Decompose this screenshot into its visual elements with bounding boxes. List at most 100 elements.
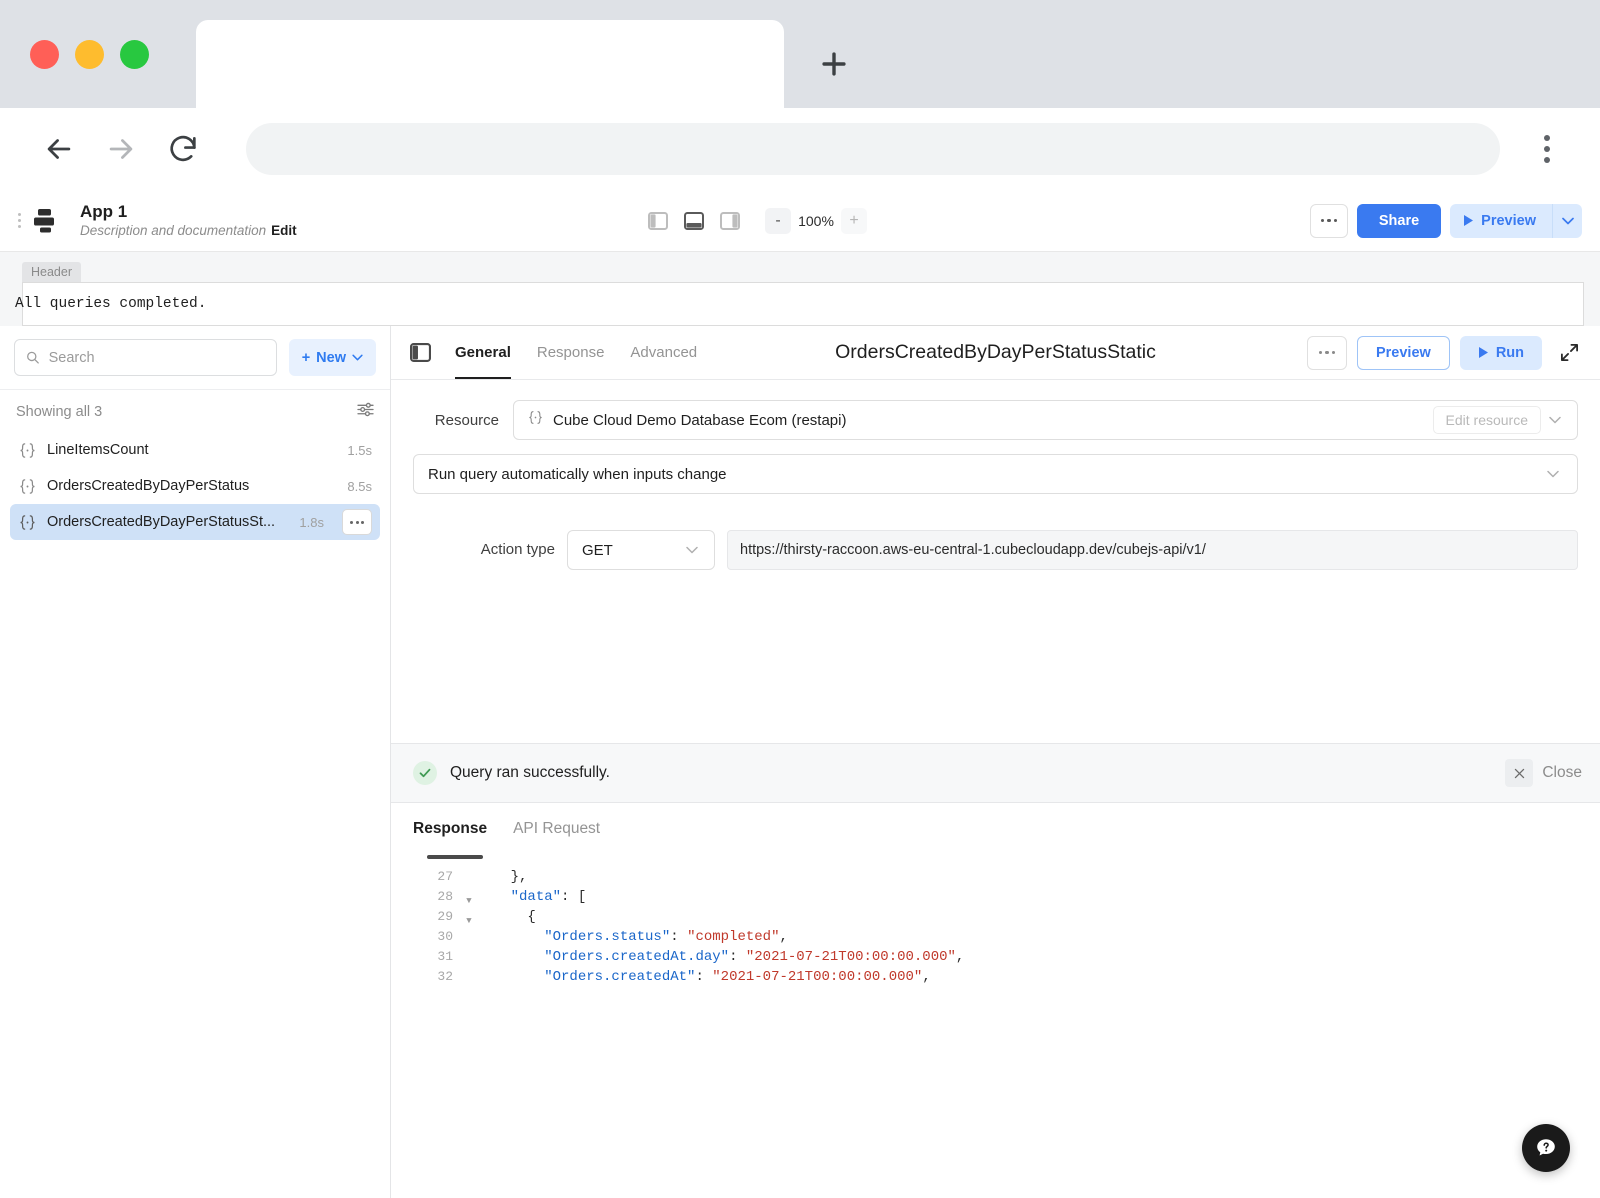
browser-menu-button[interactable] — [1522, 121, 1572, 177]
resource-row: Resource Cube Cloud Demo Database Ecom (… — [413, 400, 1578, 440]
browser-tabstrip — [0, 0, 1600, 108]
filter-settings-icon[interactable] — [357, 402, 374, 422]
editor-actions: Preview Run — [1306, 335, 1582, 370]
browser-tab[interactable] — [196, 20, 784, 108]
app-title: App 1 — [80, 202, 128, 222]
query-list: LineItemsCount 1.5s OrdersCreatedByDayPe… — [0, 432, 390, 540]
tab-api-request[interactable]: API Request — [513, 803, 600, 855]
app-more-button[interactable] — [1309, 203, 1348, 238]
action-type-row: Action type GET https://thirsty-raccoon.… — [413, 530, 1578, 570]
http-method-select[interactable]: GET — [567, 530, 715, 570]
maximize-window-button[interactable] — [120, 39, 149, 69]
query-list-item-selected[interactable]: OrdersCreatedByDayPerStatusSt... 1.8s — [10, 504, 380, 540]
url-input[interactable]: https://thirsty-raccoon.aws-eu-central-1… — [727, 530, 1578, 570]
share-button[interactable]: Share — [1356, 203, 1442, 238]
minimize-window-button[interactable] — [75, 39, 104, 69]
app-logo-icon[interactable] — [28, 204, 62, 238]
showing-count-label: Showing all 3 — [16, 404, 103, 420]
query-form: Resource Cube Cloud Demo Database Ecom (… — [391, 380, 1600, 743]
plus-icon — [822, 52, 846, 76]
close-status-button[interactable]: Close — [1505, 759, 1582, 787]
tab-response[interactable]: Response — [537, 326, 605, 379]
check-circle-icon — [413, 761, 437, 785]
plus-icon: + — [301, 349, 311, 366]
edit-resource-button[interactable]: Edit resource — [1432, 406, 1541, 434]
resource-label: Resource — [434, 411, 499, 429]
play-icon — [1478, 347, 1488, 358]
code-text: { — [527, 909, 536, 925]
back-button[interactable] — [28, 118, 90, 180]
layout-toggle-group — [645, 208, 743, 234]
code-braces-icon — [20, 514, 35, 530]
search-box[interactable] — [14, 339, 277, 376]
code-braces-icon — [527, 410, 544, 430]
query-list-item[interactable]: OrdersCreatedByDayPerStatus 8.5s — [10, 468, 380, 504]
code-text: "data": [ — [510, 889, 587, 905]
search-input[interactable] — [48, 349, 265, 366]
app-description-row: Description and documentation Edit — [80, 223, 297, 240]
reload-button[interactable] — [152, 118, 214, 180]
query-name: OrdersCreatedByDayPerStatus — [47, 478, 250, 494]
run-mode-select[interactable]: Run query automatically when inputs chan… — [413, 454, 1578, 494]
help-chat-icon — [1537, 1139, 1555, 1156]
bottom-panel-toggle[interactable] — [681, 208, 707, 234]
response-code-viewer: 27 }, 28 ▼ "data": [29 ▼ {30 "Orders.status… — [391, 855, 1600, 1198]
new-tab-button[interactable] — [784, 20, 884, 108]
zoom-out-button[interactable]: - — [765, 207, 791, 234]
expand-editor-button[interactable] — [1556, 340, 1582, 366]
query-editor: General Response Advanced OrdersCreatedB… — [391, 326, 1600, 1198]
editor-panel-toggle[interactable] — [407, 340, 433, 366]
code-line: 29 ▼ { — [413, 907, 1600, 927]
method-dropdown-caret[interactable] — [678, 546, 706, 554]
url-value: https://thirsty-raccoon.aws-eu-central-1… — [740, 542, 1206, 558]
close-label: Close — [1542, 764, 1582, 781]
code-text: "Orders.createdAt.day": "2021-07-21T00:0… — [544, 949, 965, 965]
code-text: "Orders.createdAt": "2021-07-21T00:00:00… — [544, 969, 931, 985]
resource-value: Cube Cloud Demo Database Ecom (restapi) — [553, 411, 847, 429]
action-type-label: Action type — [480, 541, 555, 558]
tab-response-pane[interactable]: Response — [413, 803, 487, 855]
header-component[interactable]: All queries completed. — [15, 282, 1584, 326]
query-run-button[interactable]: Run — [1459, 335, 1542, 370]
left-panel-toggle[interactable] — [645, 208, 671, 234]
preview-button[interactable]: Preview — [1450, 203, 1552, 238]
forward-button[interactable] — [90, 118, 152, 180]
code-braces-icon — [20, 478, 35, 494]
zoom-in-button[interactable]: + — [841, 207, 867, 234]
query-list-item[interactable]: LineItemsCount 1.5s — [10, 432, 380, 468]
preview-split-button: Preview — [1450, 203, 1582, 238]
status-message: Query ran successfully. — [450, 764, 610, 781]
tab-advanced[interactable]: Advanced — [630, 326, 697, 379]
query-name: OrdersCreatedByDayPerStatusSt... — [47, 514, 276, 530]
query-preview-button[interactable]: Preview — [1356, 335, 1450, 370]
query-more-button[interactable] — [1306, 335, 1347, 370]
query-name: LineItemsCount — [47, 442, 149, 458]
query-editor-header: General Response Advanced OrdersCreatedB… — [391, 326, 1600, 380]
browser-chrome — [0, 0, 1600, 190]
play-icon — [1464, 215, 1474, 226]
line-number: 29 — [437, 909, 453, 924]
drag-handle-icon[interactable] — [18, 213, 21, 228]
resource-select[interactable]: Cube Cloud Demo Database Ecom (restapi) … — [513, 400, 1578, 440]
response-tabs: Response API Request — [391, 803, 1600, 855]
edit-description-link[interactable]: Edit — [271, 223, 297, 238]
run-mode-dropdown-caret[interactable] — [1539, 470, 1567, 478]
header-component-text: All queries completed. — [15, 296, 207, 312]
preview-button-label: Preview — [1481, 212, 1536, 229]
preview-dropdown-caret[interactable] — [1552, 203, 1582, 238]
query-context-menu-button[interactable] — [342, 509, 372, 535]
right-panel-toggle[interactable] — [717, 208, 743, 234]
tab-general[interactable]: General — [455, 326, 511, 379]
browser-navbar — [0, 108, 1600, 190]
run-mode-value: Run query automatically when inputs chan… — [428, 465, 727, 483]
app-title-block: App 1 Description and documentation Edit — [80, 201, 297, 239]
help-button[interactable] — [1522, 1124, 1570, 1172]
code-line: 31 "Orders.createdAt.day": "2021-07-21T0… — [413, 947, 1600, 967]
code-scrollbar[interactable] — [427, 855, 483, 859]
address-bar[interactable] — [246, 123, 1500, 175]
new-query-button[interactable]: + New — [288, 339, 376, 376]
close-window-button[interactable] — [30, 39, 59, 69]
resource-dropdown-caret[interactable] — [1541, 416, 1569, 424]
